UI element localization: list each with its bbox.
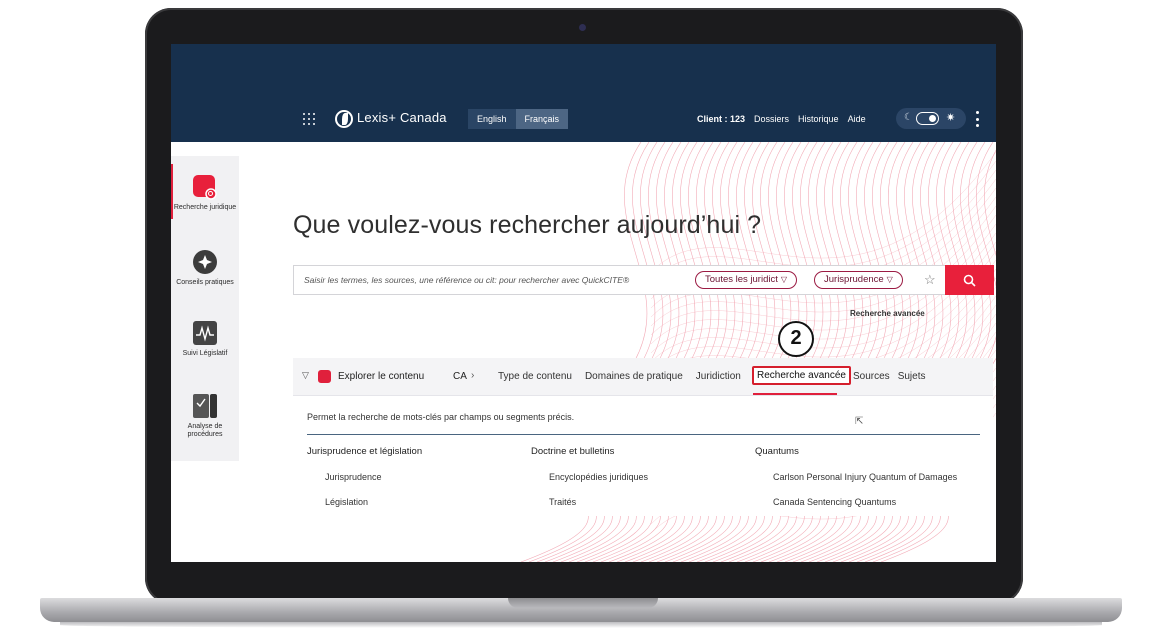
- mouse-cursor-icon: ⇱: [855, 416, 864, 427]
- search-icon: [963, 274, 976, 287]
- search-input[interactable]: [304, 266, 684, 294]
- sidebar-item-conseils-pratiques[interactable]: Conseils pratiques: [171, 249, 239, 287]
- lexis-logo-icon: [335, 110, 353, 128]
- step-number-badge: 2: [778, 321, 814, 357]
- tab-recherche-avancee[interactable]: Recherche avancée: [752, 366, 851, 385]
- column-heading: Doctrine et bulletins: [531, 446, 615, 457]
- column-quantums: Quantums Carlson Personal Injury Quantum…: [755, 446, 957, 507]
- page-title: Que voulez-vous rechercher aujourd’hui ?: [293, 211, 762, 239]
- list-item-sentencing-quantums[interactable]: Canada Sentencing Quantums: [773, 497, 957, 507]
- theme-toggle[interactable]: ☾ ✷: [896, 108, 966, 129]
- moon-icon: ☾: [904, 112, 913, 123]
- laptop-shadow: [60, 622, 1102, 628]
- column-heading: Jurisprudence et législation: [307, 446, 423, 457]
- explore-tabs: Type de contenu Domaines de pratique Jur…: [498, 371, 741, 382]
- dossiers-link[interactable]: Dossiers: [754, 114, 789, 124]
- tab-sujets[interactable]: Sujets: [898, 371, 926, 382]
- chevron-right-icon: ›: [471, 370, 475, 381]
- advanced-search-link[interactable]: Recherche avancée: [850, 309, 925, 318]
- region-selector[interactable]: CA: [453, 371, 467, 382]
- laptop-notch: [508, 598, 658, 608]
- chevron-down-icon: ▽: [886, 275, 893, 284]
- sidebar-item-suivi-legislatif[interactable]: Suivi Législatif: [171, 320, 239, 358]
- advanced-search-panel: Permet la recherche de mots-clés par cha…: [293, 396, 993, 516]
- app-grid-icon[interactable]: [303, 113, 315, 125]
- language-french-button[interactable]: Français: [515, 109, 569, 129]
- list-item-carlson-quantum[interactable]: Carlson Personal Injury Quantum of Damag…: [773, 472, 957, 482]
- search-button[interactable]: [945, 265, 994, 295]
- language-switcher: English Français: [468, 109, 569, 129]
- explore-tabs-tail: Sources Sujets: [853, 371, 925, 382]
- content-filter-dropdown[interactable]: Jurisprudence ▽: [814, 271, 903, 289]
- list-item-traites[interactable]: Traités: [549, 497, 648, 507]
- top-navigation-bar: Lexis+ Canada English Français Client : …: [171, 44, 996, 142]
- tab-type-de-contenu[interactable]: Type de contenu: [498, 371, 572, 382]
- explore-content-icon: [318, 370, 331, 383]
- historique-link[interactable]: Historique: [798, 114, 839, 124]
- client-id-link[interactable]: Client : 123: [697, 114, 745, 124]
- practical-guidance-icon: [193, 250, 217, 274]
- panel-description: Permet la recherche de mots-clés par cha…: [307, 412, 575, 422]
- sidebar-item-analyse-procedures[interactable]: Analyse de procédures: [171, 393, 239, 439]
- sidebar-item-label: Analyse de procédures: [187, 423, 223, 438]
- list-item-encyclopedies[interactable]: Encyclopédies juridiques: [549, 472, 648, 482]
- sidebar-item-label: Conseils pratiques: [176, 279, 234, 286]
- star-icon[interactable]: ☆: [924, 272, 936, 288]
- divider: [307, 434, 980, 435]
- chevron-down-icon[interactable]: ▽: [302, 370, 309, 381]
- list-item-jurisprudence[interactable]: Jurisprudence: [325, 472, 422, 482]
- app-screen: Lexis+ Canada English Français Client : …: [171, 44, 996, 562]
- jurisdiction-filter-label: Toutes les juridict: [705, 274, 778, 285]
- more-options-icon[interactable]: [975, 111, 979, 127]
- sidebar-item-recherche-juridique[interactable]: Recherche juridique: [171, 164, 239, 219]
- legal-research-icon: [193, 175, 217, 200]
- active-tab-underline: [753, 393, 837, 395]
- explore-content-bar: ▽ Explorer le contenu CA › Type de conte…: [293, 358, 993, 396]
- tab-juridiction[interactable]: Juridiction: [696, 371, 741, 382]
- explore-content-label[interactable]: Explorer le contenu: [338, 371, 424, 382]
- search-bar: Toutes les juridict▽ Jurisprudence▽ ☆: [293, 265, 949, 295]
- jurisdiction-filter-dropdown[interactable]: Toutes les juridict ▽: [695, 271, 798, 289]
- column-doctrine-bulletins: Doctrine et bulletins Encyclopédies juri…: [531, 446, 648, 507]
- procedure-analysis-icon: [193, 394, 217, 418]
- column-heading: Quantums: [755, 446, 799, 457]
- tab-domaines-de-pratique[interactable]: Domaines de pratique: [585, 371, 683, 382]
- legislative-tracking-icon: [193, 321, 217, 345]
- theme-switch[interactable]: [916, 112, 939, 125]
- content-filter-label: Jurisprudence: [824, 274, 884, 285]
- left-sidebar: Recherche juridique Conseils pratiques S…: [171, 156, 239, 461]
- brand-name: Lexis+ Canada: [357, 110, 447, 125]
- sidebar-item-label: Suivi Législatif: [182, 350, 228, 357]
- column-jurisprudence-legislation: Jurisprudence et législation Jurispruden…: [307, 446, 422, 507]
- language-english-button[interactable]: English: [468, 109, 516, 129]
- top-links: Client : 123 Dossiers Historique Aide: [697, 114, 866, 124]
- sidebar-item-label: Recherche juridique: [173, 204, 237, 211]
- camera-icon: [579, 24, 586, 31]
- sun-icon: ✷: [946, 112, 956, 124]
- list-item-legislation[interactable]: Législation: [325, 497, 422, 507]
- aide-link[interactable]: Aide: [848, 114, 866, 124]
- chevron-down-icon: ▽: [780, 275, 788, 284]
- tab-sources[interactable]: Sources: [853, 371, 890, 382]
